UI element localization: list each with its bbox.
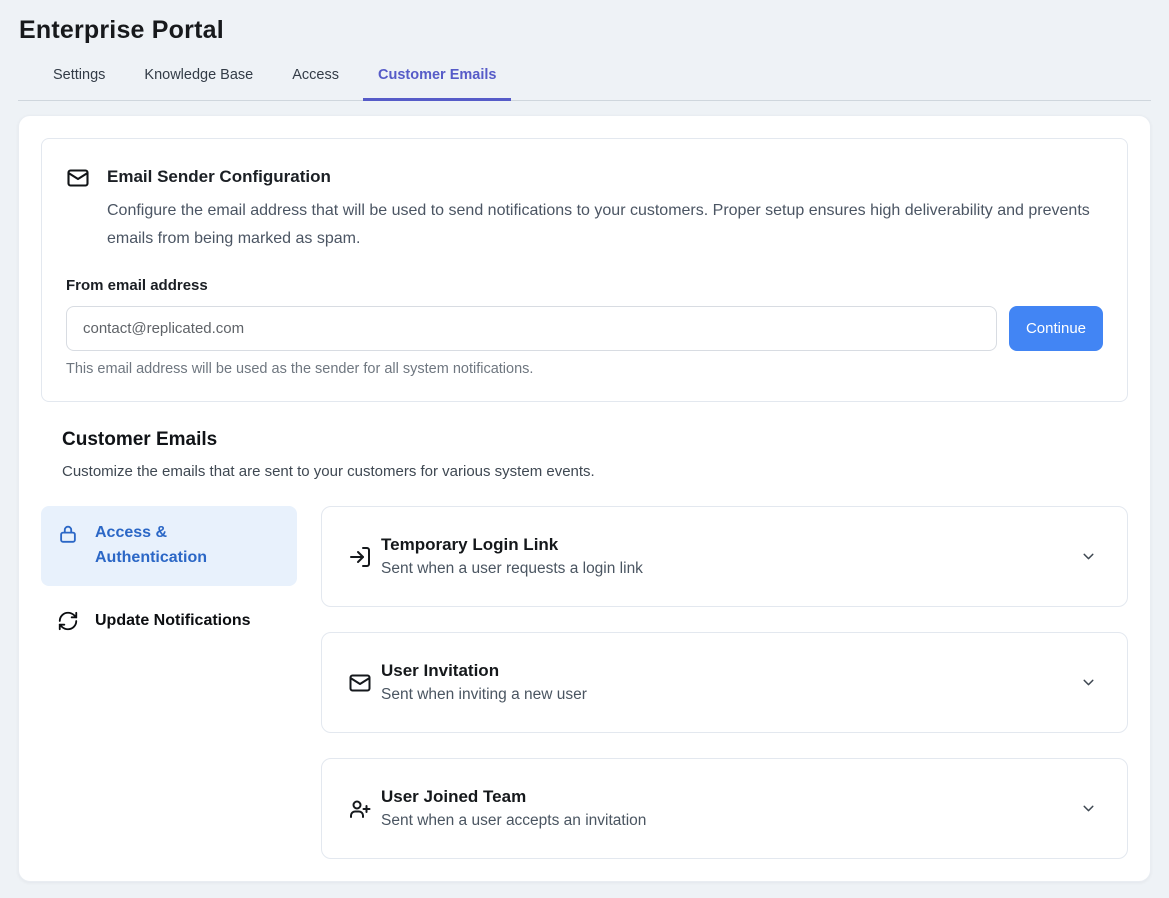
email-category-sidebar: Access & Authentication Update Notificat…: [41, 506, 297, 859]
email-helper-text: This email address will be used as the s…: [66, 361, 1103, 377]
email-row-subtitle: Sent when a user requests a login link: [381, 560, 1080, 578]
customer-emails-subtitle: Customize the emails that are sent to yo…: [62, 463, 1128, 480]
email-card-description: Configure the email address that will be…: [107, 197, 1092, 252]
sidebar-item-label: Access & Authentication: [95, 521, 281, 571]
email-card-title: Email Sender Configuration: [107, 165, 331, 187]
email-row-temporary-login-link[interactable]: Temporary Login Link Sent when a user re…: [321, 506, 1128, 607]
tab-knowledge-base[interactable]: Knowledge Base: [129, 67, 268, 101]
mail-icon: [66, 166, 90, 190]
lock-icon: [57, 523, 79, 545]
tab-bar: Settings Knowledge Base Access Customer …: [18, 67, 1151, 101]
tab-customer-emails[interactable]: Customer Emails: [363, 67, 511, 101]
sidebar-item-access-authentication[interactable]: Access & Authentication: [41, 506, 297, 586]
email-row-title: Temporary Login Link: [381, 535, 1080, 555]
email-template-list: Temporary Login Link Sent when a user re…: [321, 506, 1128, 859]
page-header: Enterprise Portal: [0, 0, 1169, 45]
email-row-subtitle: Sent when a user accepts an invitation: [381, 812, 1080, 830]
email-row-subtitle: Sent when inviting a new user: [381, 686, 1080, 704]
chevron-down-icon[interactable]: [1080, 548, 1097, 565]
chevron-down-icon[interactable]: [1080, 674, 1097, 691]
customer-emails-panel: Email Sender Configuration Configure the…: [18, 115, 1151, 882]
email-sender-configuration-card: Email Sender Configuration Configure the…: [41, 138, 1128, 402]
tab-access[interactable]: Access: [277, 67, 354, 101]
tab-settings[interactable]: Settings: [38, 67, 120, 101]
log-in-icon: [348, 545, 372, 569]
user-plus-icon: [348, 797, 372, 821]
email-row-title: User Joined Team: [381, 787, 1080, 807]
email-row-user-invitation[interactable]: User Invitation Sent when inviting a new…: [321, 632, 1128, 733]
email-row-title: User Invitation: [381, 661, 1080, 681]
chevron-down-icon[interactable]: [1080, 800, 1097, 817]
page-title: Enterprise Portal: [19, 16, 1151, 45]
sidebar-item-update-notifications[interactable]: Update Notifications: [41, 599, 297, 644]
refresh-icon: [57, 610, 79, 632]
sidebar-item-label: Update Notifications: [95, 611, 251, 630]
continue-button[interactable]: Continue: [1009, 306, 1103, 351]
from-email-input[interactable]: [66, 306, 997, 351]
from-email-label: From email address: [66, 277, 1103, 294]
mail-icon: [348, 671, 372, 695]
customer-emails-title: Customer Emails: [62, 429, 1128, 451]
email-row-user-joined-team[interactable]: User Joined Team Sent when a user accept…: [321, 758, 1128, 859]
